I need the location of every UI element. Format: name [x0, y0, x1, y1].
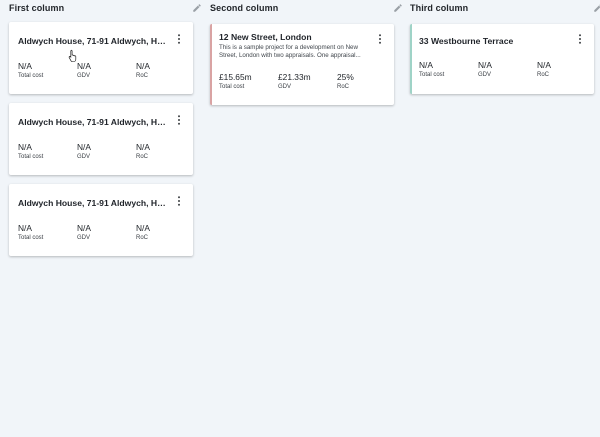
metric-gdv: £21.33m GDV: [278, 71, 337, 90]
metric-total-cost: N/A Total cost: [18, 60, 77, 79]
metric-gdv: N/A GDV: [77, 141, 136, 160]
metric-value: N/A: [136, 61, 150, 71]
metric-label: RoC: [136, 73, 149, 79]
column-third: Third column 33 Westbourne Terrace N/A T…: [410, 0, 600, 94]
card-metrics: N/A Total cost N/A GDV N/A RoC: [18, 141, 195, 160]
column-second: Second column 12 New Street, London This…: [210, 0, 403, 105]
metric-roc: N/A RoC: [136, 222, 195, 241]
project-card[interactable]: Aldwych House, 71-91 Aldwych, Holborn, L…: [9, 22, 193, 94]
metric-value: N/A: [478, 60, 492, 70]
more-vertical-icon[interactable]: [376, 33, 384, 45]
column-first: First column Aldwych House, 71-91 Aldwyc…: [9, 0, 202, 256]
kanban-board: First column Aldwych House, 71-91 Aldwyc…: [0, 0, 600, 437]
card-metrics: £15.65m Total cost £21.33m GDV 25% RoC: [219, 71, 396, 90]
card-title: 12 New Street, London: [219, 32, 312, 42]
more-vertical-icon[interactable]: [576, 33, 584, 45]
metric-value: N/A: [77, 61, 91, 71]
metric-label: Total cost: [18, 73, 44, 79]
pencil-icon[interactable]: [392, 2, 404, 14]
metric-roc: N/A RoC: [136, 141, 195, 160]
metric-label: RoC: [136, 154, 149, 160]
metric-label: GDV: [77, 73, 91, 79]
metric-value: £15.65m: [219, 72, 252, 82]
metric-value: N/A: [18, 223, 32, 233]
metric-value: N/A: [136, 142, 150, 152]
metric-label: Total cost: [219, 84, 245, 90]
metric-label: RoC: [337, 84, 350, 90]
card-title: Aldwych House, 71-91 Aldwych, Holborn, L…: [18, 198, 166, 208]
metric-gdv: N/A GDV: [77, 222, 136, 241]
metric-value: £21.33m: [278, 72, 311, 82]
more-vertical-icon[interactable]: [175, 33, 183, 45]
metric-total-cost: £15.65m Total cost: [219, 71, 278, 90]
project-card[interactable]: Aldwych House, 71-91 Aldwych, Holborn, L…: [9, 184, 193, 256]
metric-total-cost: N/A Total cost: [419, 59, 478, 78]
column-title: First column: [9, 3, 65, 13]
card-title: Aldwych House, 71-91 Aldwych, Holborn, L…: [18, 117, 166, 127]
metric-roc: N/A RoC: [537, 59, 596, 78]
metric-label: Total cost: [419, 72, 445, 78]
more-vertical-icon[interactable]: [175, 114, 183, 126]
card-title: Aldwych House, 71-91 Aldwych, Holborn, L…: [18, 36, 166, 46]
metric-value: N/A: [77, 142, 91, 152]
metric-label: RoC: [537, 72, 550, 78]
metric-total-cost: N/A Total cost: [18, 141, 77, 160]
metric-value: N/A: [18, 142, 32, 152]
metric-label: Total cost: [18, 154, 44, 160]
metric-label: GDV: [278, 84, 292, 90]
metric-total-cost: N/A Total cost: [18, 222, 77, 241]
metric-value: 25%: [337, 72, 354, 82]
metric-value: N/A: [537, 60, 551, 70]
hand-cursor-icon: [68, 49, 78, 63]
more-vertical-icon[interactable]: [175, 195, 183, 207]
metric-label: GDV: [478, 72, 492, 78]
project-card[interactable]: Aldwych House, 71-91 Aldwych, Holborn, L…: [9, 103, 193, 175]
metric-label: GDV: [77, 235, 91, 241]
project-card[interactable]: 12 New Street, London This is a sample p…: [210, 24, 394, 105]
metric-label: RoC: [136, 235, 149, 241]
metric-roc: 25% RoC: [337, 71, 396, 90]
project-card[interactable]: 33 Westbourne Terrace N/A Total cost N/A…: [410, 24, 594, 94]
metric-value: N/A: [419, 60, 433, 70]
card-title: 33 Westbourne Terrace: [419, 36, 514, 46]
column-header: Third column: [410, 0, 600, 16]
metric-label: GDV: [77, 154, 91, 160]
pencil-icon[interactable]: [191, 2, 203, 14]
metric-gdv: N/A GDV: [478, 59, 537, 78]
column-header: First column: [9, 0, 202, 16]
metric-value: N/A: [136, 223, 150, 233]
card-metrics: N/A Total cost N/A GDV N/A RoC: [18, 60, 195, 79]
metric-value: N/A: [77, 223, 91, 233]
metric-gdv: N/A GDV: [77, 60, 136, 79]
column-header: Second column: [210, 0, 403, 16]
metric-roc: N/A RoC: [136, 60, 195, 79]
card-metrics: N/A Total cost N/A GDV N/A RoC: [18, 222, 195, 241]
pencil-icon[interactable]: [592, 2, 600, 14]
column-title: Second column: [210, 3, 279, 13]
column-title: Third column: [410, 3, 469, 13]
card-description: This is a sample project for a developme…: [219, 44, 361, 59]
metric-label: Total cost: [18, 235, 44, 241]
card-metrics: N/A Total cost N/A GDV N/A RoC: [419, 59, 596, 78]
